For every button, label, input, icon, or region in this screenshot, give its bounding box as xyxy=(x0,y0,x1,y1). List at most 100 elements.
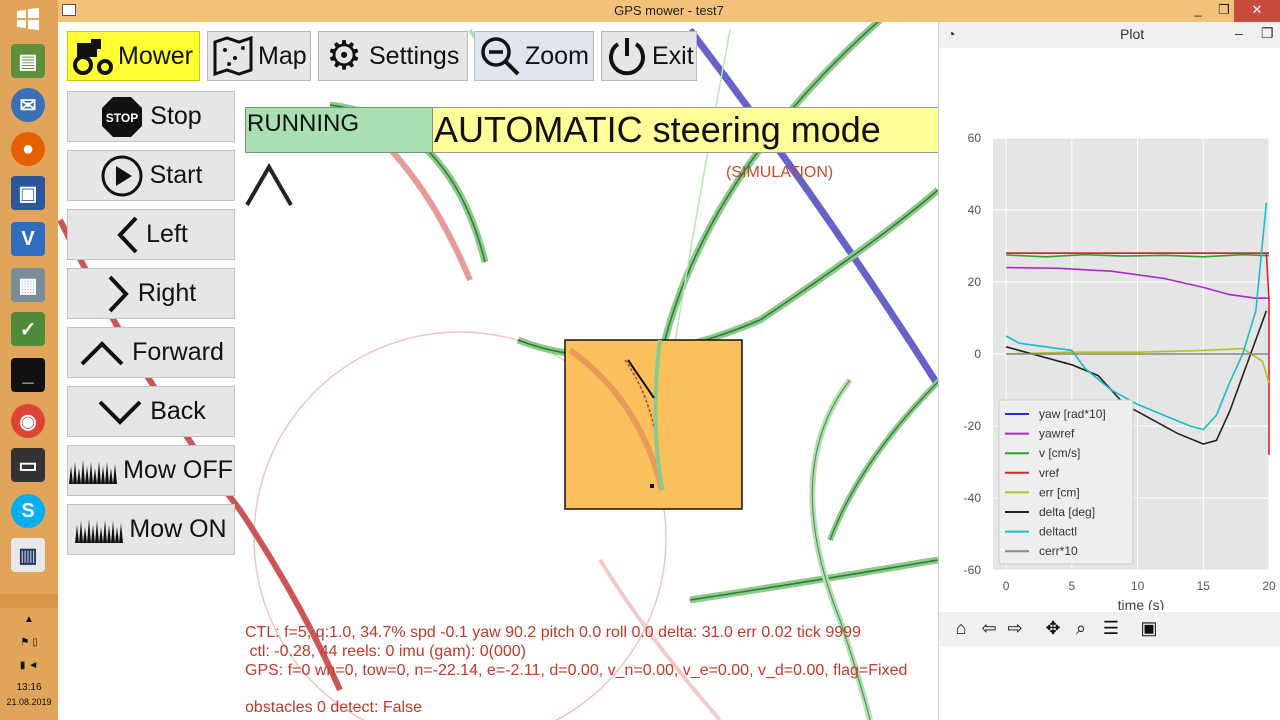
x-tick-label: 10 xyxy=(1131,579,1145,593)
minimize-button[interactable]: _ xyxy=(1184,0,1212,22)
mower-tab-button[interactable]: Mower xyxy=(67,31,200,81)
chevron-left-icon xyxy=(114,215,140,255)
calculator-icon[interactable]: ▦ xyxy=(11,268,45,302)
window-titlebar[interactable]: GPS mower - test7 _ ❐ ✕ xyxy=(58,0,1280,22)
steering-mode-banner: AUTOMATIC steering mode xyxy=(433,107,938,153)
mow-on-label: Mow ON xyxy=(129,515,227,543)
legend-entry: yawref xyxy=(1039,427,1075,441)
zoom-tab-label: Zoom xyxy=(525,41,589,70)
mower-tab-label: Mower xyxy=(118,41,194,70)
windows-taskbar: ▤ ✉ ● ▣ V ▦ ✓ _ ◉ ▭ S ▥ ▲ ⚑ ▯ ▮ ◄ 13:16 … xyxy=(0,0,59,720)
mower-position-marker xyxy=(650,484,654,488)
legend-entry: deltactl xyxy=(1039,525,1077,539)
left-button[interactable]: Left xyxy=(67,209,235,260)
chevron-up-icon xyxy=(78,338,126,368)
exit-tab-button[interactable]: Exit xyxy=(601,31,697,81)
stop-label: Stop xyxy=(150,102,202,130)
window-title: GPS mower - test7 xyxy=(614,3,724,18)
simulation-label: (SIMULATION) xyxy=(726,164,834,181)
mow-off-label: Mow OFF xyxy=(123,456,233,484)
taskbar-clock-time[interactable]: 13:16 xyxy=(0,682,58,693)
zoom-tab-button[interactable]: Zoom xyxy=(474,31,594,81)
ctl-status-line: CTL: f=5, q:1.0, 34.7% spd -0.1 yaw 90.2… xyxy=(245,624,861,641)
taskbar-clock-date[interactable]: 21.08.2019 xyxy=(0,697,58,707)
legend-entry: vref xyxy=(1039,466,1060,480)
window-app-icon[interactable]: ▥ xyxy=(11,538,45,572)
save-icon[interactable]: ▣ xyxy=(1137,616,1161,640)
y-tick-label: -20 xyxy=(964,419,982,433)
legend-entry: v [cm/s] xyxy=(1039,446,1080,460)
terminal-icon[interactable]: _ xyxy=(11,358,45,392)
close-button[interactable]: ✕ xyxy=(1234,0,1280,22)
tray-flag-icon[interactable]: ⚑ ▯ xyxy=(0,637,58,648)
grass-icon xyxy=(75,517,124,543)
plot-window[interactable]: ◔ Plot – ❐ -60 -40 -20 0 20 40 60 0 5 10 15 20 time … xyxy=(938,22,1280,720)
gps-status-line: GPS: f=0 wn=0, tow=0, n=-22.14, e=-2.11,… xyxy=(245,662,908,679)
taskbar-scroll[interactable] xyxy=(0,594,58,608)
y-tick-label: 60 xyxy=(968,131,982,145)
tray-network-icon[interactable]: ▮ ◄ xyxy=(0,660,58,671)
file-explorer-icon[interactable]: ▤ xyxy=(11,44,45,78)
remote-desktop-icon[interactable]: ▣ xyxy=(11,176,45,210)
play-icon xyxy=(100,154,144,198)
back-button[interactable]: Back xyxy=(67,386,235,437)
mow-off-button[interactable]: Mow OFF xyxy=(67,445,235,496)
stop-sign-icon: STOP xyxy=(100,95,144,139)
pan-icon[interactable]: ✥ xyxy=(1041,616,1065,640)
thunderbird-icon[interactable]: ✉ xyxy=(11,88,45,122)
line-chart: -60 -40 -20 0 20 40 60 0 5 10 15 20 time (s) yaw [rad… xyxy=(964,131,1276,610)
legend-entry: delta [deg] xyxy=(1039,505,1095,519)
mow-on-button[interactable]: Mow ON xyxy=(67,504,235,555)
zoom-rect-icon[interactable]: ⌕ xyxy=(1069,616,1093,640)
skype-icon[interactable]: S xyxy=(11,494,45,528)
y-tick-label: -60 xyxy=(964,563,982,577)
map-icon xyxy=(208,33,258,79)
chevron-down-icon xyxy=(96,397,144,427)
start-button[interactable]: Start xyxy=(67,150,235,201)
chevron-right-icon xyxy=(106,274,132,314)
y-tick-label: -40 xyxy=(964,491,982,505)
configure-subplots-icon[interactable]: ☰ xyxy=(1099,616,1123,640)
windows-start-icon[interactable] xyxy=(17,8,39,30)
chart-app-icon[interactable]: ✓ xyxy=(11,312,45,346)
map-tab-button[interactable]: Map xyxy=(207,31,311,81)
zoom-out-icon xyxy=(475,33,525,79)
tray-icons[interactable]: ▲ xyxy=(0,614,58,625)
settings-tab-label: Settings xyxy=(369,41,460,70)
x-tick-label: 20 xyxy=(1262,579,1276,593)
forward-arrow-icon[interactable]: ⇨ xyxy=(1003,616,1027,640)
grass-icon xyxy=(69,458,118,484)
y-tick-label: 0 xyxy=(974,347,981,361)
right-label: Right xyxy=(137,279,197,307)
back-arrow-icon[interactable]: ⇦ xyxy=(977,616,1001,640)
stop-button[interactable]: STOP Stop xyxy=(67,91,235,142)
legend-entry: yaw [rad*10] xyxy=(1039,407,1106,421)
back-label: Back xyxy=(150,397,206,425)
firefox-icon[interactable]: ● xyxy=(11,132,45,166)
forward-button[interactable]: Forward xyxy=(67,327,235,378)
chevron-up-icon xyxy=(245,163,293,207)
visual-studio-icon[interactable]: V xyxy=(11,222,45,256)
legend-entry: cerr*10 xyxy=(1039,544,1078,558)
plot-minimize-button[interactable]: – xyxy=(1235,25,1243,41)
left-label: Left xyxy=(146,220,188,248)
plot-window-title: Plot xyxy=(1120,26,1145,42)
settings-tab-button[interactable]: ⚙ Settings xyxy=(318,31,468,81)
legend-entry: err [cm] xyxy=(1039,485,1080,499)
home-icon[interactable]: ⌂ xyxy=(949,616,973,640)
y-tick-label: 40 xyxy=(968,203,982,217)
tractor-icon xyxy=(68,33,118,79)
green-path-f-line xyxy=(829,381,938,541)
x-tick-label: 0 xyxy=(1003,579,1010,593)
running-status: RUNNING xyxy=(245,107,433,153)
plot-titlebar[interactable]: ◔ Plot – ❐ xyxy=(939,22,1280,48)
power-icon xyxy=(602,33,652,79)
map-tab-label: Map xyxy=(258,41,307,70)
plot-restore-button[interactable]: ❐ xyxy=(1261,25,1274,42)
monitor-app-icon[interactable]: ▭ xyxy=(11,448,45,482)
forward-label: Forward xyxy=(132,338,224,366)
x-axis-label: time (s) xyxy=(1118,597,1165,610)
chrome-icon[interactable]: ◉ xyxy=(11,404,45,438)
right-button[interactable]: Right xyxy=(67,268,235,319)
x-tick-label: 5 xyxy=(1069,579,1076,593)
